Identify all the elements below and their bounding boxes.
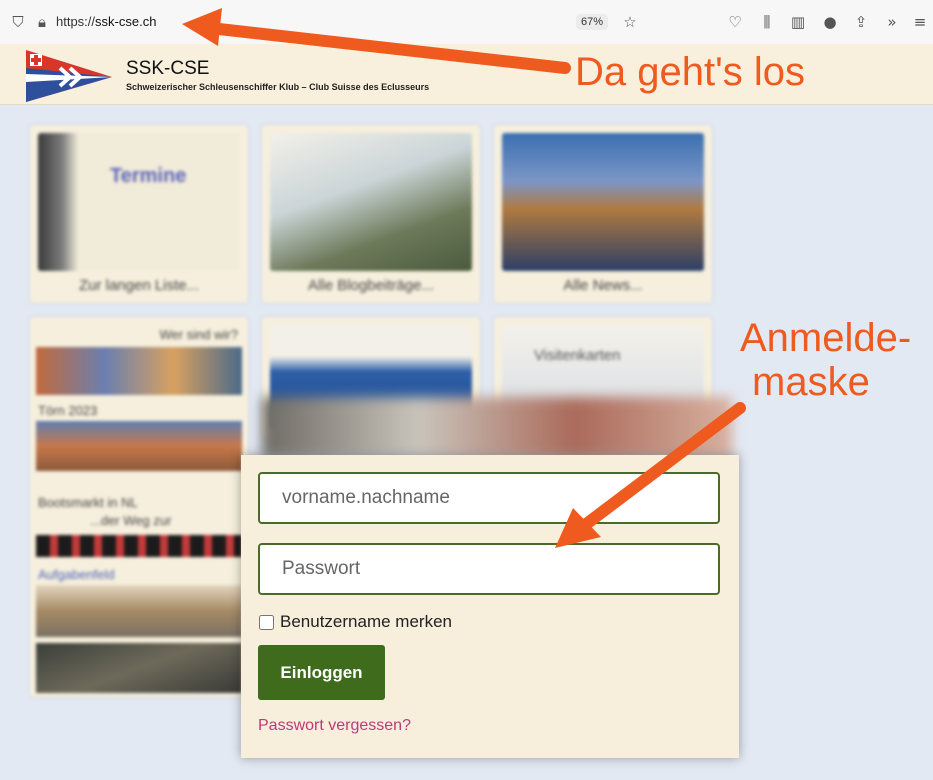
sidebar-label: Törn 2023 <box>38 403 98 418</box>
bookmark-star-icon[interactable]: ☆ <box>620 12 640 32</box>
tile-title: Termine <box>110 165 187 187</box>
tile-termine[interactable]: Termine Zur langen Liste... <box>30 125 248 303</box>
annotation-login-line1: Anmelde- <box>740 316 912 360</box>
url-bar[interactable]: https://ssk-cse.ch <box>56 14 156 29</box>
sidebar-label: Aufgabenfeld <box>38 567 115 582</box>
url-prefix: https:// <box>56 14 96 29</box>
tile-caption: Zur langen Liste... <box>78 277 200 294</box>
username-field[interactable] <box>258 472 720 524</box>
browser-toolbar: ⛉ 🔒︎ https://ssk-cse.ch 67% ☆ ♡ ⫼ ▥ ● ⇪ … <box>0 0 933 44</box>
annotation-start: Da geht's los <box>575 50 805 94</box>
login-button[interactable]: Einloggen <box>258 645 385 700</box>
sidebar-label: ...der Weg zur <box>90 513 172 528</box>
tile-news[interactable]: Alle News... <box>494 125 712 303</box>
tile-wer-sind-wir[interactable]: Wer sind wir? Törn 2023 Bootsmarkt in NL… <box>30 317 248 697</box>
tile-title: Visitenkarten <box>534 347 621 364</box>
remember-checkbox[interactable] <box>259 614 274 630</box>
pocket-icon[interactable]: ♡ <box>725 12 745 32</box>
lock-icon[interactable]: 🔒︎ <box>32 12 52 32</box>
zoom-level[interactable]: 67% <box>576 14 609 30</box>
overflow-icon[interactable]: » <box>882 12 902 32</box>
shield-icon[interactable]: ⛉ <box>8 12 28 32</box>
sidebar-label: Bootsmarkt in NL <box>38 495 138 510</box>
sidebar-icon[interactable]: ▥ <box>788 12 808 32</box>
remember-username[interactable]: Benutzername merken <box>259 612 452 632</box>
remember-label: Benutzername merken <box>280 612 452 631</box>
menu-icon[interactable]: ≡ <box>910 12 930 32</box>
annotation-login-line2: maske <box>752 360 870 404</box>
login-panel: Benutzername merken Einloggen Passwort v… <box>241 455 739 758</box>
tile-caption: Alle News... <box>563 277 643 294</box>
site-name[interactable]: SSK-CSE <box>126 58 209 80</box>
tile-blog[interactable]: Alle Blogbeiträge... <box>262 125 480 303</box>
extensions-icon[interactable]: ⇪ <box>851 12 871 32</box>
tile-caption: Alle Blogbeiträge... <box>308 277 434 294</box>
site-subtitle: Schweizerischer Schleusenschiffer Klub –… <box>126 82 430 92</box>
blurred-row <box>262 397 732 457</box>
club-logo[interactable] <box>24 48 114 104</box>
library-icon[interactable]: ⫼ <box>757 12 777 32</box>
password-field[interactable] <box>258 543 720 595</box>
url-host: ssk-cse.ch <box>95 14 157 29</box>
forgot-password-link[interactable]: Passwort vergessen? <box>258 717 411 735</box>
tile-title: Wer sind wir? <box>159 327 238 342</box>
account-icon[interactable]: ● <box>820 12 840 32</box>
